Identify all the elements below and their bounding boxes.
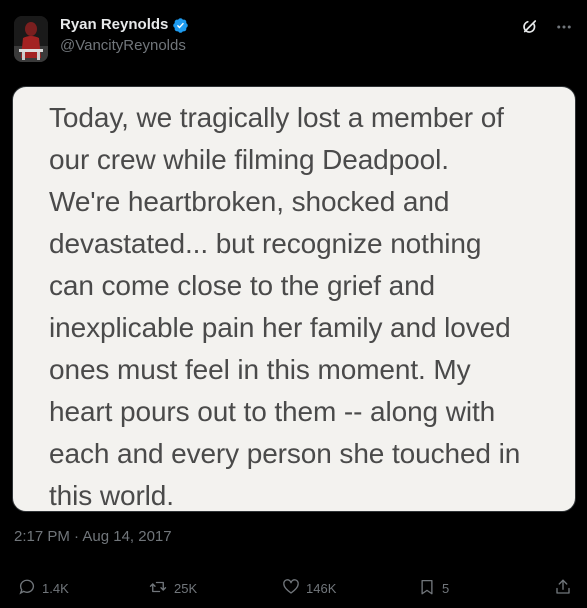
bookmark-button[interactable]: 5 [418, 578, 449, 599]
reply-count: 1.4K [42, 580, 69, 596]
grok-icon[interactable] [521, 18, 539, 41]
more-icon[interactable] [555, 18, 573, 41]
heart-icon [282, 578, 300, 599]
share-icon [554, 578, 572, 599]
verified-badge-icon [172, 17, 189, 34]
tweet-image[interactable]: Today, we tragically lost a member of ou… [12, 86, 576, 512]
like-button[interactable]: 146K [282, 578, 336, 599]
avatar[interactable] [14, 16, 48, 62]
action-bar: 1.4K 25K 146K 5 [14, 575, 573, 601]
like-count: 146K [306, 580, 337, 596]
handle[interactable]: @VancityReynolds [60, 37, 189, 55]
user-block: Ryan Reynolds @VancityReynolds [60, 14, 189, 55]
share-button[interactable] [554, 578, 572, 599]
name-row: Ryan Reynolds [60, 16, 189, 34]
tweet: Ryan Reynolds @VancityReynolds Today, we… [0, 0, 587, 608]
display-name[interactable]: Ryan Reynolds [60, 16, 168, 34]
retweet-button[interactable]: 25K [148, 578, 197, 599]
retweet-icon [148, 578, 168, 599]
image-text: Today, we tragically lost a member of ou… [49, 102, 521, 511]
reply-icon [18, 578, 36, 599]
retweet-count: 25K [174, 580, 198, 596]
tweet-header: Ryan Reynolds @VancityReynolds [14, 14, 573, 62]
reply-button[interactable]: 1.4K [18, 578, 69, 599]
bookmark-count: 5 [442, 580, 450, 596]
bookmark-icon [418, 578, 436, 599]
header-actions [521, 18, 573, 41]
timestamp[interactable]: 2:17 PM · Aug 14, 2017 [14, 528, 172, 545]
